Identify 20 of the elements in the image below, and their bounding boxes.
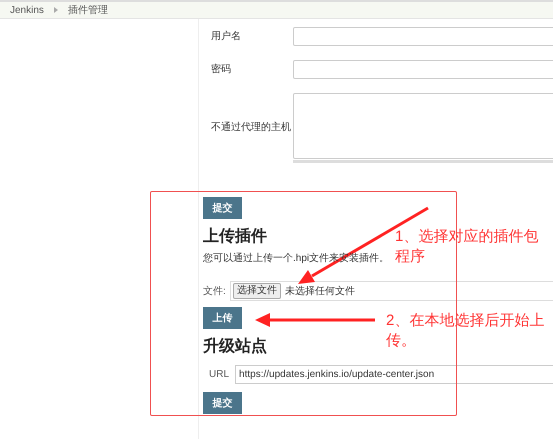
input-field[interactable]	[293, 27, 553, 46]
choose-file-button[interactable]: 选择文件	[232, 283, 281, 299]
chevron-icon	[54, 7, 58, 13]
submit-button[interactable]: 提交	[203, 197, 242, 219]
file-status: 未选择任何文件	[284, 284, 355, 298]
field-label: 不通过代理的主机	[211, 122, 292, 134]
hosts-textarea[interactable]	[293, 93, 553, 159]
field-label: 用户名	[211, 30, 242, 42]
section-heading: 升级站点	[203, 337, 267, 357]
field-label: 密码	[211, 64, 232, 76]
upload-button[interactable]: 上传	[203, 307, 242, 329]
breadcrumb-link[interactable]: Jenkins	[10, 2, 44, 18]
file-label: 文件:	[203, 284, 226, 298]
file-field[interactable]: 选择文件 未选择任何文件	[230, 281, 553, 301]
input-field[interactable]	[293, 60, 553, 79]
submit-button[interactable]: 提交	[203, 392, 242, 414]
url-field[interactable]: https://updates.jenkins.io/update-center.json	[235, 365, 553, 384]
url-label: URL	[209, 368, 230, 382]
breadcrumb-link[interactable]: 插件管理	[68, 2, 108, 18]
section-heading: 上传插件	[203, 227, 267, 247]
